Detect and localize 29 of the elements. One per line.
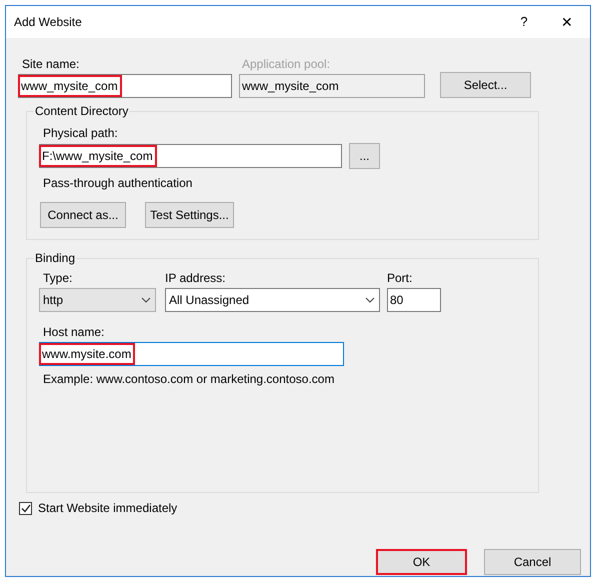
checkmark-icon <box>20 504 30 512</box>
select-button[interactable]: Select... <box>440 72 531 98</box>
field-label: Port: <box>387 270 414 286</box>
pass-through-label: Pass-through authentication <box>43 175 194 191</box>
chevron-down-icon <box>365 297 375 303</box>
help-button[interactable]: ? <box>504 7 544 37</box>
close-button[interactable]: ✕ <box>544 7 590 37</box>
browse-button[interactable]: ... <box>349 143 380 169</box>
start-website-checkbox[interactable] <box>19 502 32 514</box>
checkbox-label: Start Website immediately <box>38 500 178 517</box>
physical-path-field[interactable]: F:\www_mysite_com <box>39 144 342 168</box>
field-label: Host name: <box>43 324 106 340</box>
field-label: Physical path: <box>43 125 119 141</box>
example-text: Example: www.contoso.com or marketing.contoso.com <box>43 371 336 387</box>
ok-button[interactable]: OK <box>376 549 467 575</box>
connect-as-button[interactable]: Connect as... <box>40 202 126 228</box>
site-name-field[interactable]: www_mysite_com <box>18 74 232 98</box>
field-label: Application pool: <box>242 56 332 72</box>
cancel-button[interactable]: Cancel <box>484 549 581 575</box>
field-label: Type: <box>43 270 74 286</box>
ip-address-dropdown[interactable]: All Unassigned <box>165 288 380 312</box>
test-settings-button[interactable]: Test Settings... <box>145 202 234 228</box>
window-title: Add Website <box>14 14 83 31</box>
port-field[interactable]: 80 <box>387 288 441 312</box>
type-dropdown[interactable]: http <box>39 288 156 312</box>
field-label: Site name: <box>22 56 80 72</box>
chevron-down-icon <box>141 297 151 303</box>
host-name-field[interactable]: www.mysite.com <box>39 342 344 366</box>
field-label: IP address: <box>165 270 226 286</box>
